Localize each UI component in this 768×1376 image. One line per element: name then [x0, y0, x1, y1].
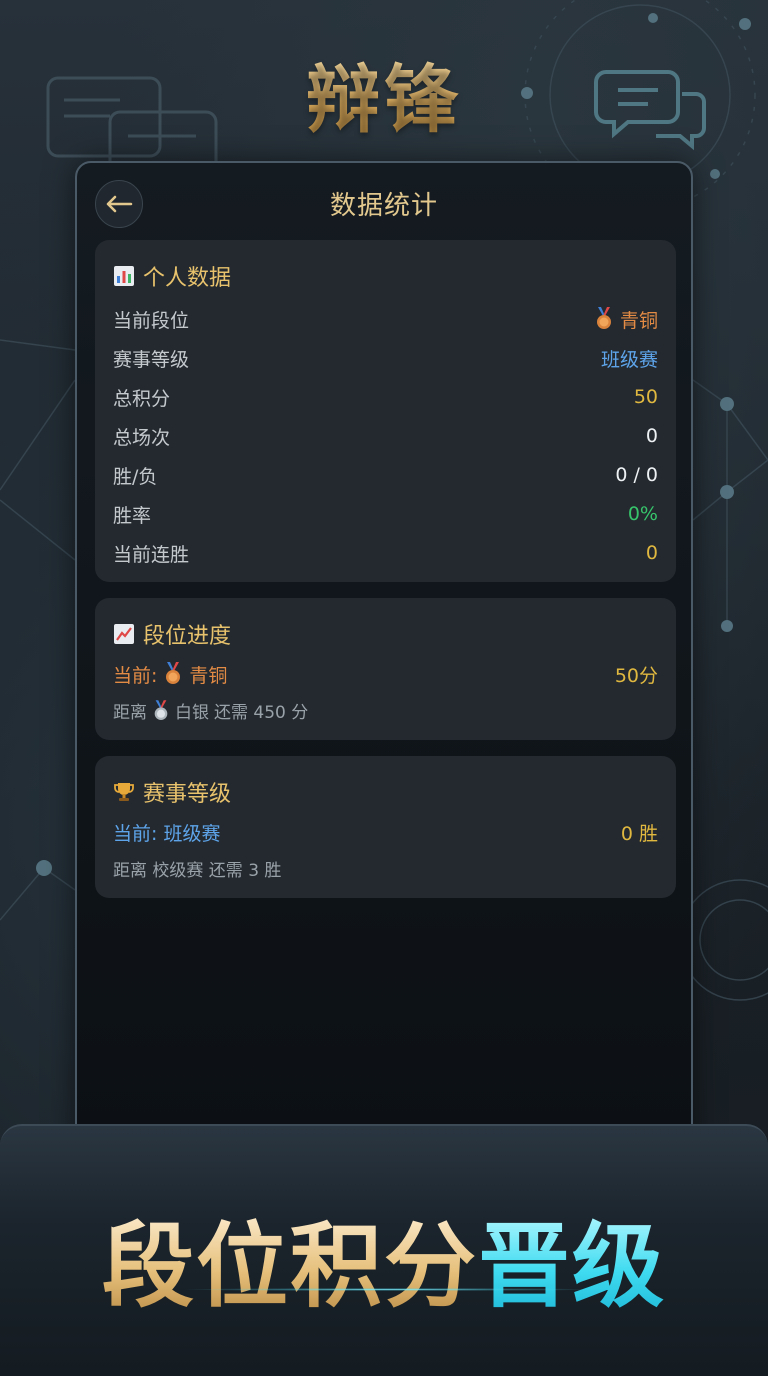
rank-current-prefix: 当前: [113, 664, 158, 687]
stat-row-win-streak: 当前连胜 0 [113, 538, 658, 568]
rank-progress-title-label: 段位进度 [143, 624, 232, 649]
personal-data-card: 个人数据 当前段位 青铜 赛事等级 班级赛 总积分 50 总场次 0 胜/负 0… [95, 240, 676, 582]
stat-value: 班级赛 [600, 348, 658, 371]
slogan-part-gold: 段位积分 [101, 1213, 478, 1320]
stat-value: 0 [645, 425, 658, 447]
rank-next-name: 白银 [175, 703, 209, 723]
rank-progress-title: 段位进度 [113, 618, 231, 650]
silver-medal-icon [154, 699, 168, 720]
stat-row-total-matches: 总场次 0 [113, 421, 658, 451]
bronze-medal-icon [596, 307, 611, 329]
rank-next-info: 距离 白银 还需 450 分 [113, 698, 308, 723]
stat-label: 胜/负 [113, 465, 158, 488]
event-next-info: 距离 校级赛 还需 3 胜 [113, 861, 282, 881]
event-level-title: 赛事等级 [113, 776, 231, 808]
event-current-row: 当前: 班级赛 0 胜 [113, 817, 658, 847]
stat-row-total-points: 总积分 50 [113, 382, 658, 412]
personal-data-title: 个人数据 [113, 260, 231, 292]
stat-label: 当前连胜 [113, 543, 190, 566]
stat-label: 胜率 [113, 504, 152, 527]
phone-screen: 数据统计 个人数据 当前段位 青铜 赛事等级 班级赛 总积分 50 总场次 0 … [75, 161, 693, 1161]
rank-next-prefix: 距离 [113, 703, 147, 723]
bar-chart-icon [114, 266, 134, 286]
stat-value: 0% [627, 503, 658, 525]
stat-value: 0 [645, 542, 658, 564]
trophy-icon [114, 783, 134, 801]
rank-next-suffix: 还需 450 分 [214, 703, 309, 723]
event-level-title-label: 赛事等级 [143, 782, 232, 807]
stat-value: 0 / 0 [615, 464, 658, 486]
event-current: 当前: 班级赛 [113, 822, 221, 845]
stat-row-win-rate: 胜率 0% [113, 499, 658, 529]
rank-current-row: 当前: 青铜 50分 [113, 659, 658, 689]
stat-value-text: 青铜 [619, 309, 658, 332]
rank-points: 50分 [614, 664, 658, 687]
rank-current-value: 青铜 [189, 664, 228, 687]
top-bar: 数据统计 [77, 163, 691, 243]
rank-current: 当前: 青铜 [113, 661, 227, 688]
bronze-medal-icon [166, 662, 181, 684]
stat-row-win-loss: 胜/负 0 / 0 [113, 460, 658, 490]
slogan-part-cyan: 晋级 [478, 1213, 667, 1320]
event-level-card: 赛事等级 当前: 班级赛 0 胜 距离 校级赛 还需 3 胜 [95, 756, 676, 898]
stat-value: 青铜 [594, 306, 658, 333]
page-title: 数据统计 [329, 191, 438, 221]
personal-data-title-label: 个人数据 [143, 266, 232, 291]
stat-label: 赛事等级 [113, 348, 190, 371]
glow-line [180, 1288, 600, 1291]
event-wins: 0 胜 [620, 822, 658, 845]
rank-progress-card: 段位进度 当前: 青铜 50分 距离 白银 还需 450 分 [95, 598, 676, 740]
stat-value: 50 [633, 386, 658, 408]
stat-label: 当前段位 [113, 309, 190, 332]
app-brand-title: 辩锋 [0, 40, 768, 147]
stat-label: 总场次 [113, 426, 171, 449]
promo-slogan: 段位积分晋级 [0, 1192, 768, 1325]
stat-row-rank: 当前段位 青铜 [113, 304, 658, 334]
stat-label: 总积分 [113, 387, 171, 410]
stat-row-event-level: 赛事等级 班级赛 [113, 343, 658, 373]
trend-chart-icon [114, 624, 134, 644]
